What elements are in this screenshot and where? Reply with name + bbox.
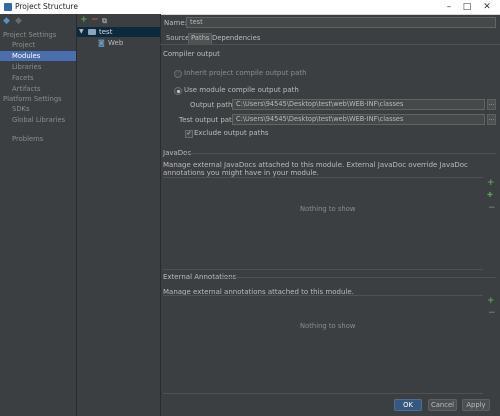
compiler-output-heading: Compiler output	[163, 50, 220, 58]
maximize-button[interactable]: □	[460, 1, 474, 13]
expand-arrow-icon[interactable]: ▼	[79, 28, 84, 35]
nav-item-sdks[interactable]: SDKs	[0, 104, 76, 114]
nav-item-project[interactable]: Project	[0, 40, 76, 50]
annotations-remove-icon[interactable]: −	[488, 308, 496, 318]
output-browse-button[interactable]: ...	[487, 99, 496, 110]
nav-item-global-libraries[interactable]: Global Libraries	[0, 115, 76, 125]
exclude-output-checkbox[interactable]: ✓	[185, 130, 193, 138]
nav-item-libraries[interactable]: Libraries	[0, 62, 76, 72]
module-tree: + − ⧉ ▼ test ◙ Web	[77, 14, 161, 416]
nav-section-platform-settings: Platform Settings	[3, 95, 62, 103]
name-label: Name:	[164, 19, 188, 27]
minimize-button[interactable]: –	[442, 1, 456, 13]
inherit-radio[interactable]	[174, 70, 182, 78]
annotations-list[interactable]	[163, 295, 483, 394]
output-path-input[interactable]: C:\Users\94545\Desktop\test\web\WEB-INF\…	[232, 99, 485, 110]
close-button[interactable]: ✕	[480, 1, 494, 13]
title-bar: Project Structure – □ ✕	[0, 0, 500, 15]
tree-row-test[interactable]: ▼ test	[77, 27, 160, 37]
javadoc-divider	[186, 153, 496, 154]
forward-arrow-icon[interactable]: ◆	[15, 16, 22, 26]
copy-icon[interactable]: ⧉	[102, 17, 107, 26]
tree-label-test: test	[99, 28, 113, 36]
javadoc-list[interactable]	[163, 177, 483, 270]
exclude-output-label: Exclude output paths	[194, 129, 269, 137]
annotations-empty-text: Nothing to show	[300, 322, 356, 330]
add-icon[interactable]: +	[80, 15, 88, 25]
output-path-label: Output path:	[190, 101, 235, 109]
remove-icon[interactable]: −	[91, 15, 99, 25]
nav-item-artifacts[interactable]: Artifacts	[0, 84, 76, 94]
ok-button[interactable]: OK	[394, 399, 422, 411]
javadoc-add-icon[interactable]: +	[487, 178, 495, 188]
cancel-button[interactable]: Cancel	[428, 399, 457, 411]
web-facet-icon: ◙	[98, 39, 105, 47]
tree-label-web: Web	[108, 39, 124, 47]
test-output-path-label: Test output path:	[179, 116, 239, 124]
tree-row-web[interactable]: ◙ Web	[77, 38, 160, 48]
window-title: Project Structure	[15, 2, 78, 11]
tab-dependencies[interactable]: Dependencies	[210, 34, 262, 44]
test-output-browse-button[interactable]: ...	[487, 114, 496, 125]
app-icon	[4, 3, 12, 11]
nav-item-modules[interactable]: Modules	[0, 51, 76, 61]
javadoc-empty-text: Nothing to show	[300, 205, 356, 213]
nav-item-facets[interactable]: Facets	[0, 73, 76, 83]
test-output-path-input[interactable]: C:\Users\94545\Desktop\test\web\WEB-INF\…	[232, 114, 485, 125]
nav-item-problems[interactable]: Problems	[0, 134, 76, 144]
use-module-radio[interactable]	[174, 87, 182, 95]
annotations-add-icon[interactable]: +	[487, 296, 495, 306]
back-arrow-icon[interactable]: ◆	[3, 16, 10, 26]
use-module-label: Use module compile output path	[184, 86, 299, 94]
nav-section-project-settings: Project Settings	[3, 31, 57, 39]
settings-nav: ◆ ◆ Project Settings Project Modules Lib…	[0, 14, 77, 416]
javadoc-remove-icon[interactable]: −	[488, 203, 496, 213]
module-folder-icon	[88, 29, 96, 35]
inherit-label: Inherit project compile output path	[184, 69, 307, 77]
name-input[interactable]: test	[186, 17, 496, 28]
javadoc-add-url-icon[interactable]: ✚	[487, 191, 493, 199]
javadoc-description: Manage external JavaDocs attached to thi…	[163, 161, 468, 177]
annotations-divider	[222, 277, 496, 278]
apply-button[interactable]: Apply	[462, 399, 490, 411]
tab-divider	[160, 44, 500, 45]
